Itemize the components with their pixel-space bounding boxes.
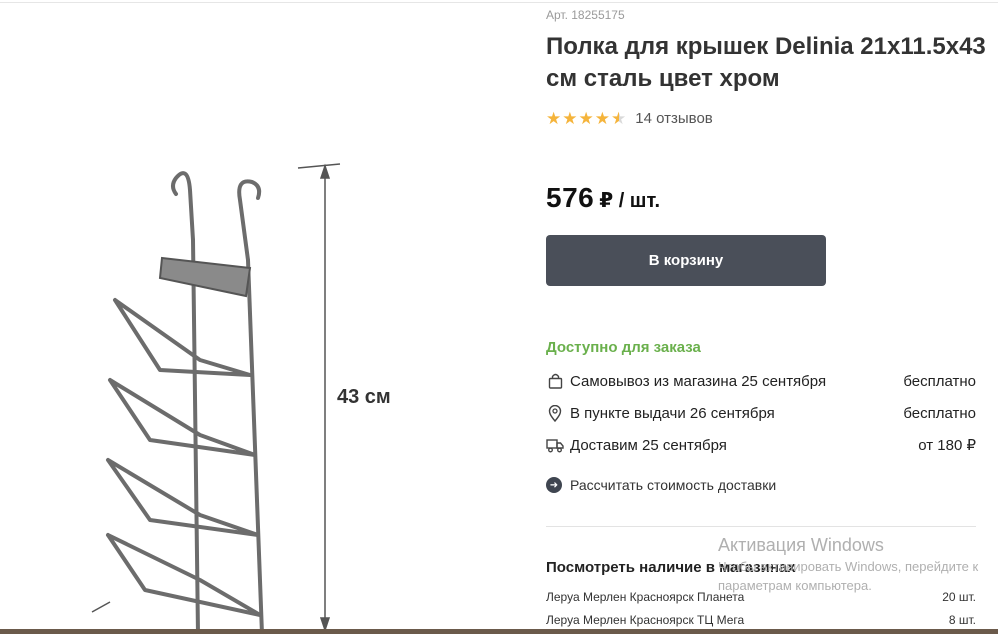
store-name: Леруа Мерлен Красноярск ТЦ Мега — [546, 613, 745, 627]
rating-stars: ★ ★ ★ ★ ★ — [546, 110, 626, 127]
product-info: Арт. 18255175 Полка для крышек Delinia 2… — [546, 0, 998, 634]
delivery-label: Самовывоз из магазина 25 сентября — [570, 372, 827, 390]
product-sku: Арт. 18255175 — [546, 8, 625, 22]
store-row[interactable]: Леруа Мерлен Красноярск ТЦ Мега 8 шт. — [546, 613, 976, 629]
product-page: 43 см Арт. 18255175 Полка для крышек Del… — [0, 0, 998, 634]
reviews-link[interactable]: 14 отзывов — [635, 110, 713, 127]
dimension-label: 43 см — [337, 386, 391, 408]
product-rating[interactable]: ★ ★ ★ ★ ★ 14 отзывов — [546, 108, 713, 128]
delivery-cost: бесплатно — [903, 404, 976, 422]
delivery-label: Доставим 25 сентября — [570, 436, 727, 454]
delivery-cost: от 180 ₽ — [918, 437, 976, 454]
calc-delivery-link[interactable]: ➜ Рассчитать стоимость доставки — [546, 477, 776, 493]
half-star-icon: ★ — [611, 108, 627, 128]
product-image[interactable]: 43 см — [0, 150, 470, 634]
star-icon: ★ — [578, 108, 594, 128]
lid-rack-illustration: 43 см — [91, 163, 391, 634]
delivery-option-pickup: Самовывоз из магазина 25 сентября беспла… — [546, 370, 976, 392]
star-icon: ★ — [594, 108, 610, 128]
star-icon: ★ — [562, 108, 578, 128]
delivery-option-pickup-point: В пункте выдачи 26 сентября бесплатно — [546, 402, 976, 424]
delivery-option-courier: Доставим 25 сентября от 180 ₽ — [546, 434, 976, 456]
arrow-right-icon: ➜ — [546, 477, 562, 493]
delivery-label: В пункте выдачи 26 сентября — [570, 404, 775, 422]
price-value: 576 — [546, 182, 595, 213]
taskbar-edge — [0, 629, 998, 634]
calc-delivery-label: Рассчитать стоимость доставки — [570, 477, 777, 493]
store-name: Леруа Мерлен Красноярск Планета — [546, 590, 745, 604]
stores-title[interactable]: Посмотреть наличие в магазинах — [546, 559, 796, 576]
add-to-cart-button[interactable]: В корзину — [546, 235, 826, 286]
availability-status: Доступно для заказа — [546, 339, 701, 356]
delivery-cost: бесплатно — [903, 372, 976, 390]
store-qty: 8 шт. — [948, 613, 976, 627]
store-qty: 20 шт. — [942, 590, 976, 604]
price-unit: ₽ / шт. — [599, 190, 661, 212]
star-icon: ★ — [546, 108, 562, 128]
location-pin-icon — [546, 404, 564, 422]
price: 576 ₽ / шт. — [546, 182, 660, 214]
truck-icon — [546, 436, 564, 454]
store-row[interactable]: Леруа Мерлен Красноярск Планета 20 шт. — [546, 590, 976, 606]
shopping-bag-icon — [546, 372, 564, 390]
product-title: Полка для крышек Delinia 21x11.5x43 см с… — [546, 33, 986, 92]
section-divider — [546, 526, 976, 527]
